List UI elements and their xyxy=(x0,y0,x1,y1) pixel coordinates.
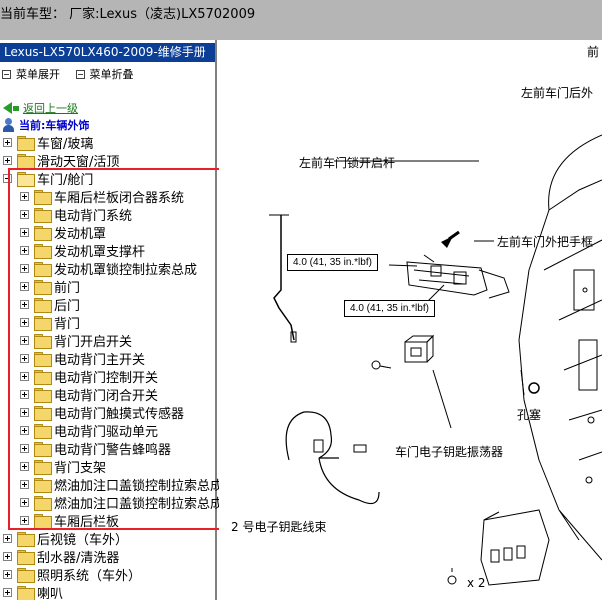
bolt-part xyxy=(447,568,457,585)
expand-toggle-icon[interactable] xyxy=(3,137,12,147)
current-label: 当前:车辆外饰 xyxy=(19,119,90,132)
folder-icon xyxy=(17,567,35,583)
label-top-right: 左前车门后外 xyxy=(521,86,594,100)
tree-item[interactable]: 照明系统（车外） xyxy=(3,565,141,584)
wire-harness xyxy=(285,411,380,505)
label-wire-harness: 2 号电子钥匙线束 xyxy=(231,520,327,534)
menu-expand-button[interactable]: 菜单展开 xyxy=(2,66,60,82)
expand-toggle-icon[interactable] xyxy=(3,155,12,165)
lower-bracket xyxy=(480,509,550,586)
tree-item-label[interactable]: 后视镜（车外） xyxy=(37,529,128,548)
expand-toggle-icon[interactable] xyxy=(3,569,12,579)
manual-title: Lexus-LX570LX460-2009-维修手册 xyxy=(0,43,215,62)
door-frame-line xyxy=(548,179,602,211)
tree-item-label[interactable]: 刮水器/清洗器 xyxy=(37,547,119,566)
handle-frame xyxy=(406,254,510,299)
tree-item[interactable]: 车窗/玻璃 xyxy=(3,133,93,152)
back-link[interactable]: 返回上一级 xyxy=(23,100,78,116)
tree-item-label[interactable]: 照明系统（车外） xyxy=(37,565,141,584)
title-bar: 当前车型： 厂家:Lexus（凌志)LX5702009 xyxy=(0,0,602,40)
expand-toggle-icon[interactable] xyxy=(3,587,12,597)
menu-toolbar: 菜单展开 菜单折叠 xyxy=(2,66,146,82)
expand-toggle-icon[interactable] xyxy=(3,551,12,561)
user-icon xyxy=(3,118,14,132)
folder-icon xyxy=(17,531,35,547)
folder-icon xyxy=(17,135,35,151)
lock-rod xyxy=(273,215,295,341)
tree-item[interactable]: 滑动天窗/活顶 xyxy=(3,151,119,170)
oscillator-part xyxy=(404,334,435,363)
collapse-all-icon xyxy=(75,69,85,79)
label-lock-opening-rod: 左前车门锁开启杆 xyxy=(299,156,396,170)
tree-item[interactable]: 后视镜（车外） xyxy=(3,529,128,548)
hole-plug-part xyxy=(528,382,540,394)
back-arrow-icon xyxy=(3,102,12,114)
tree-item[interactable]: 喇叭 xyxy=(3,583,63,600)
tree-item-label[interactable]: 滑动天窗/活顶 xyxy=(37,151,119,170)
expand-toggle-icon[interactable] xyxy=(3,533,12,543)
window-title: 当前车型： 厂家:Lexus（凌志)LX5702009 xyxy=(0,7,256,22)
torque-spec-2: 4.0 (41, 35 in.*lbf) xyxy=(344,300,435,317)
label-hole-plug: 孔塞 xyxy=(517,408,542,422)
label-top-char: 前 xyxy=(587,45,600,59)
folder-icon xyxy=(17,585,35,600)
tree-item-label[interactable]: 车窗/玻璃 xyxy=(37,133,93,152)
folder-icon xyxy=(17,549,35,565)
menu-collapse-label: 菜单折叠 xyxy=(89,68,134,81)
tree-item[interactable]: 刮水器/清洗器 xyxy=(3,547,119,566)
label-outside-handle-frame: 左前车门外把手框 xyxy=(497,235,594,249)
expand-all-icon xyxy=(2,69,11,79)
current-location: 当前:车辆外饰 xyxy=(3,117,89,133)
screw-part xyxy=(371,360,392,370)
diagram-panel: 左前车门后外 前 左前车门锁开启杆 左前车门外把手框 4.0 (41, 35 i… xyxy=(219,40,602,600)
tree-item-label[interactable]: 喇叭 xyxy=(37,583,63,600)
back-link-row[interactable]: 返回上一级 xyxy=(3,100,78,116)
back-arrow-tail xyxy=(13,105,19,111)
exploded-view-diagram xyxy=(269,134,602,586)
label-times-two: x 2 xyxy=(467,576,486,590)
torque-spec-1: 4.0 (41, 35 in.*lbf) xyxy=(287,254,378,271)
folder-icon xyxy=(17,153,35,169)
highlight-box xyxy=(8,168,223,530)
label-oscillator: 车门电子钥匙振荡器 xyxy=(395,445,504,459)
menu-collapse-button[interactable]: 菜单折叠 xyxy=(75,66,134,82)
menu-expand-label: 菜单展开 xyxy=(16,68,60,81)
